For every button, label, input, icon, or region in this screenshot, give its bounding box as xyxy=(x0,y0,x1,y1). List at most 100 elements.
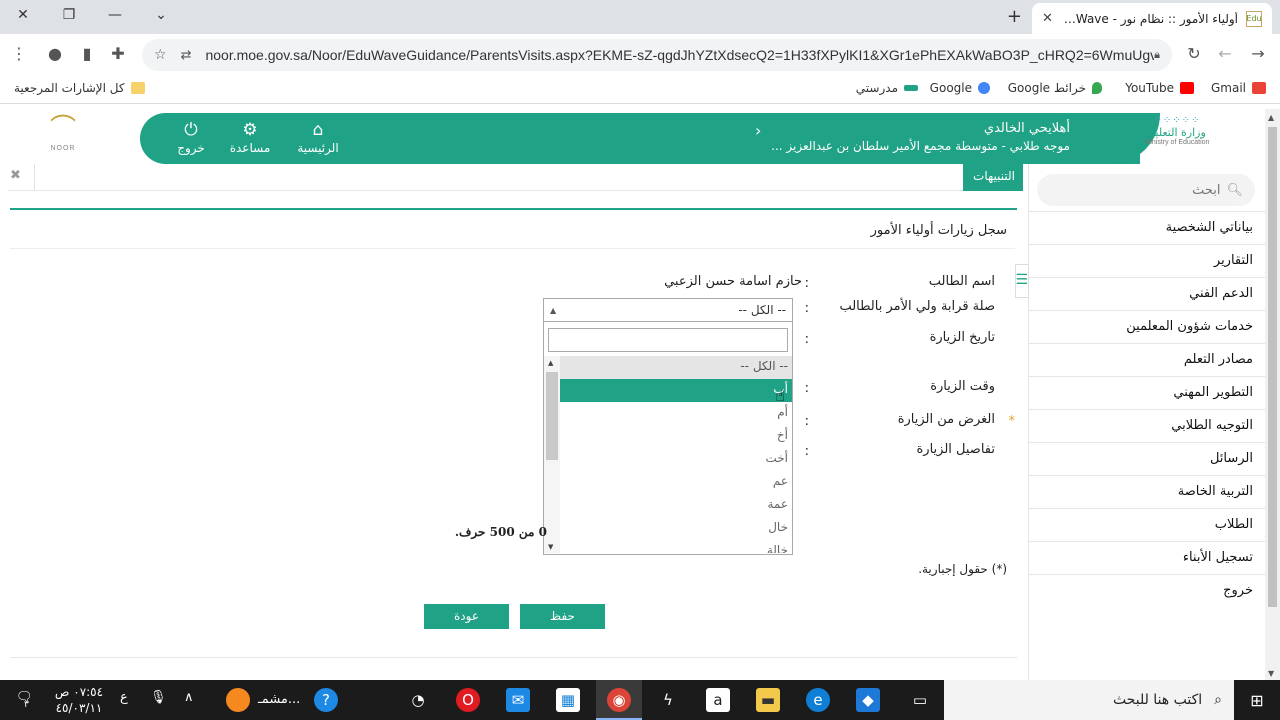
browser-tab-active[interactable]: Edu أولياء الأمور :: نظام نور - EduWave … xyxy=(1032,3,1272,34)
windows-start-icon[interactable]: ⊞ xyxy=(1234,680,1280,720)
label-visit-date: تاريخ الزيارة xyxy=(929,330,995,345)
browser-menu-icon[interactable]: ⋮ xyxy=(8,44,30,63)
close-window-icon[interactable]: ✕ xyxy=(0,0,46,30)
sidebar-item-messages[interactable]: الرسائل xyxy=(1029,442,1265,475)
dropdown-option-sister[interactable]: أخت xyxy=(560,448,792,471)
save-button[interactable]: حفظ xyxy=(520,604,605,629)
sidebar-item-student-guidance[interactable]: التوجيه الطلابي xyxy=(1029,409,1265,442)
dropdown-scrollbar-thumb[interactable] xyxy=(546,372,558,460)
dropbox-icon[interactable]: ◆ xyxy=(856,688,880,712)
dropdown-option-paternal-uncle[interactable]: عم xyxy=(560,471,792,494)
url-text[interactable]: noor.moe.gov.sa/Noor/EduWaveGuidance/Par… xyxy=(205,47,1154,63)
back-button[interactable]: عودة xyxy=(424,604,509,629)
mail-icon[interactable]: ✉ xyxy=(506,688,530,712)
help-app-icon[interactable]: ? xyxy=(314,688,338,712)
edge-icon[interactable]: e xyxy=(806,688,830,712)
parents-visits-form: سجل زيارات أولياء الأمور ☰ اسم الطالب : … xyxy=(10,208,1029,658)
sidebar-item-professional-dev[interactable]: التطوير المهني xyxy=(1029,376,1265,409)
chrome-icon[interactable]: ◉ xyxy=(607,688,631,712)
bookmark-youtube[interactable]: YouTube xyxy=(1125,81,1194,95)
scroll-down-icon[interactable]: ▼ xyxy=(1268,669,1274,678)
bookmark-madrasati[interactable]: مدرستي xyxy=(856,81,918,95)
relation-dropdown[interactable]: -- الكل -- أب أم أخ أخت عم عمة خال خالة … xyxy=(543,322,793,555)
weather-icon[interactable] xyxy=(226,688,250,712)
title-divider xyxy=(10,248,1015,249)
opera-icon[interactable]: O xyxy=(456,688,480,712)
relation-select[interactable]: -- الكل -- ▲ xyxy=(543,298,793,322)
help-nav-button[interactable]: ⚙ مساعدة xyxy=(220,121,280,155)
bookmark-google[interactable]: Google xyxy=(930,81,990,95)
dropdown-option-maternal-uncle[interactable]: خال xyxy=(560,517,792,540)
dropdown-option-maternal-aunt[interactable]: خالة xyxy=(560,540,792,553)
page-scrollbar[interactable]: ▲ ▼ xyxy=(1265,109,1280,680)
tab-close-icon[interactable]: ✕ xyxy=(1042,11,1053,26)
side-panel-icon[interactable]: ▮ xyxy=(76,44,98,63)
noor-logo[interactable]: ⌒ NOOR xyxy=(30,113,96,159)
sidebar-item-special-education[interactable]: التربية الخاصة xyxy=(1029,475,1265,508)
amazon-icon[interactable]: a xyxy=(706,688,730,712)
clock-time: ٠٧:٥٤ ص xyxy=(54,685,104,699)
browser-tab-bar: ✕ ❐ — ⌄ + Edu أولياء الأمور :: نظام نور … xyxy=(0,0,1280,34)
sidebar-item-reports[interactable]: التقارير xyxy=(1029,244,1265,277)
dropdown-option-father[interactable]: أب xyxy=(560,379,792,402)
sidebar-item-teacher-services[interactable]: خدمات شؤون المعلمين xyxy=(1029,310,1265,343)
page-scrollbar-thumb[interactable] xyxy=(1268,127,1277,607)
translate-icon[interactable]: ⇄ xyxy=(181,48,192,63)
forward-icon[interactable]: ← xyxy=(1214,44,1236,63)
lock-icon[interactable]: 🔒︎ xyxy=(1154,48,1160,62)
notifications-tab[interactable]: التنبيهات xyxy=(963,164,1023,191)
colon: : xyxy=(804,301,809,316)
bookmark-gmail[interactable]: Gmail xyxy=(1211,81,1266,95)
home-nav-button[interactable]: ⌂ الرئيسية xyxy=(288,121,348,155)
taskbar-search-placeholder: اكتب هنا للبحث xyxy=(1112,692,1203,708)
sidebar-item-personal-data[interactable]: بياناتي الشخصية xyxy=(1029,211,1265,244)
sidebar-search[interactable]: 🔍︎ xyxy=(1037,174,1255,206)
tab-search-chevron-icon[interactable]: ⌄ xyxy=(138,0,184,30)
taskbar-search[interactable]: ⌕ اكتب هنا للبحث xyxy=(944,680,1234,720)
sidebar-item-tech-support[interactable]: الدعم الفني xyxy=(1029,277,1265,310)
menu-toggle-icon[interactable]: ☰ xyxy=(1015,264,1029,298)
profile-icon[interactable]: ● xyxy=(44,44,66,63)
bookmark-google-maps[interactable]: خرائط Google xyxy=(1008,81,1102,95)
dropdown-option-mother[interactable]: أم xyxy=(560,402,792,425)
dropdown-scrollbar[interactable]: ▲ ▼ xyxy=(544,356,560,553)
colon: : xyxy=(804,381,809,396)
dropdown-search-input[interactable] xyxy=(548,328,788,352)
minimize-window-icon[interactable]: — xyxy=(92,0,138,30)
sidebar-item-logout[interactable]: خروج xyxy=(1029,574,1265,607)
sidebar-item-students[interactable]: الطلاب xyxy=(1029,508,1265,541)
sidebar-item-learning-resources[interactable]: مصادر التعلم xyxy=(1029,343,1265,376)
scroll-up-icon[interactable]: ▲ xyxy=(1268,113,1274,122)
address-bar[interactable]: ☆ ⇄ noor.moe.gov.sa/Noor/EduWaveGuidance… xyxy=(142,39,1172,71)
back-icon[interactable]: → xyxy=(1247,44,1269,63)
sidebar: 🔍︎ بياناتي الشخصية التقارير الدعم الفني … xyxy=(1028,164,1265,680)
label-relation: صلة قرابة ولي الأمر بالطالب xyxy=(839,299,995,314)
screen-recorder-icon[interactable]: ◔ xyxy=(406,688,430,712)
restore-window-icon[interactable]: ❐ xyxy=(46,0,92,30)
file-explorer-icon[interactable]: ▬ xyxy=(756,688,780,712)
sidebar-search-input[interactable] xyxy=(1049,182,1221,198)
bookmark-star-icon[interactable]: ☆ xyxy=(154,47,167,63)
tray-chevron-up-icon[interactable]: ∧ xyxy=(184,690,194,705)
taskbar-app-label[interactable]: مشمـ... xyxy=(258,692,300,707)
scroll-down-icon[interactable]: ▼ xyxy=(548,543,553,551)
extensions-icon[interactable]: ✚ xyxy=(107,44,129,63)
input-language[interactable]: ع xyxy=(120,690,128,705)
logout-nav-button[interactable]: ⏻ خروج xyxy=(161,121,221,155)
windows-taskbar: ⊞ ⌕ اكتب هنا للبحث ▭ ◆ e ▬ a ϟ ◉ ▦ ✉ O ◔… xyxy=(0,680,1280,720)
taskbar-clock[interactable]: ٠٧:٥٤ ص ٤٥/٠٣/١١ xyxy=(50,684,108,716)
sidebar-item-children-registration[interactable]: تسجيل الأبناء xyxy=(1029,541,1265,574)
task-view-icon[interactable]: ▭ xyxy=(908,688,932,712)
store-icon[interactable]: ▦ xyxy=(556,688,580,712)
close-notifications-icon[interactable]: ✖ xyxy=(10,168,21,183)
all-bookmarks[interactable]: كل الإشارات المرجعية xyxy=(14,81,145,95)
dropdown-option-all[interactable]: -- الكل -- xyxy=(560,356,792,379)
reload-icon[interactable]: ↻ xyxy=(1183,44,1205,63)
dropdown-option-paternal-aunt[interactable]: عمة xyxy=(560,494,792,517)
new-tab-icon[interactable]: + xyxy=(1007,6,1022,27)
microphone-icon[interactable]: 🎙︎ xyxy=(150,690,167,705)
lightning-app-icon[interactable]: ϟ xyxy=(656,688,680,712)
scroll-up-icon[interactable]: ▲ xyxy=(548,359,553,367)
chevron-right-icon[interactable]: › xyxy=(755,121,761,140)
dropdown-option-brother[interactable]: أخ xyxy=(560,425,792,448)
